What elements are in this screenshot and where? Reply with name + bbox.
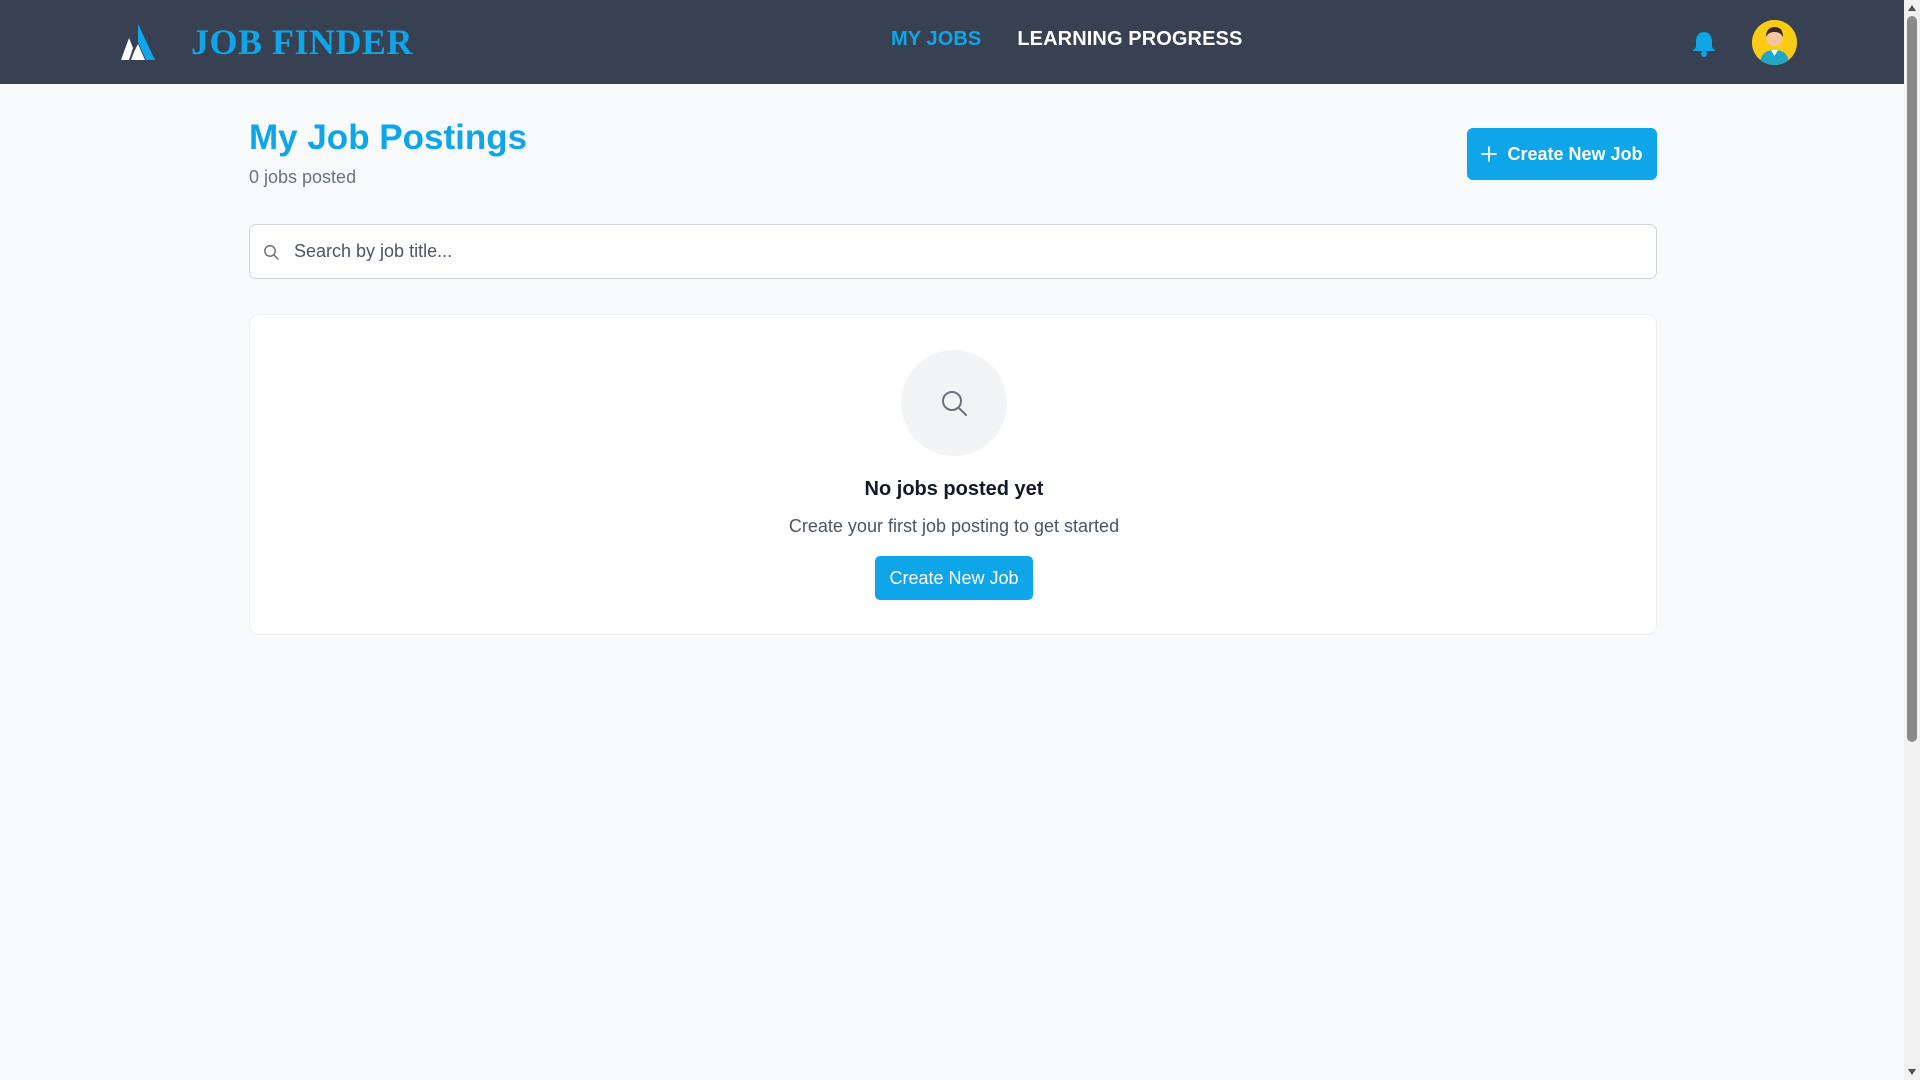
empty-state-illustration bbox=[901, 350, 1007, 456]
scroll-up-arrow-icon[interactable] bbox=[1908, 5, 1916, 11]
nav-my-jobs[interactable]: MY JOBS bbox=[891, 28, 981, 51]
page-title: My Job Postings bbox=[249, 118, 528, 157]
empty-state-description: Create your first job posting to get sta… bbox=[788, 516, 1120, 536]
search-icon bbox=[264, 245, 279, 260]
avatar-illustration bbox=[1752, 20, 1797, 65]
page: JOB FINDER MY JOBS LEARNING PROGRESS My … bbox=[0, 0, 1920, 1080]
bell-icon[interactable] bbox=[1691, 30, 1717, 58]
search-input[interactable] bbox=[294, 225, 1644, 278]
create-new-job-button[interactable]: Create New Job bbox=[1467, 128, 1657, 180]
brand-name: JOB FINDER bbox=[191, 22, 414, 62]
user-avatar-icon[interactable] bbox=[1752, 20, 1797, 65]
empty-state-create-job-button[interactable]: Create New Job bbox=[875, 556, 1033, 600]
search-icon bbox=[942, 391, 967, 416]
scroll-down-arrow-icon[interactable] bbox=[1908, 1069, 1916, 1075]
create-new-job-label: Create New Job bbox=[1507, 143, 1643, 164]
search-bar[interactable] bbox=[249, 224, 1657, 279]
triangle-logo-icon bbox=[121, 24, 155, 60]
scrollbar-thumb[interactable] bbox=[1907, 16, 1917, 742]
page-scrollbar[interactable] bbox=[1904, 0, 1920, 1080]
empty-state-card: No jobs posted yet Create your first job… bbox=[249, 314, 1657, 635]
top-navbar: JOB FINDER MY JOBS LEARNING PROGRESS bbox=[0, 0, 1904, 84]
brand[interactable]: JOB FINDER bbox=[115, 20, 413, 64]
empty-state-title: No jobs posted yet bbox=[864, 478, 1044, 500]
nav-learning-progress[interactable]: LEARNING PROGRESS bbox=[1017, 28, 1242, 51]
jobs-count: 0 jobs posted bbox=[249, 167, 357, 187]
main-nav: MY JOBS LEARNING PROGRESS bbox=[891, 28, 1242, 51]
plus-icon bbox=[1481, 146, 1498, 162]
